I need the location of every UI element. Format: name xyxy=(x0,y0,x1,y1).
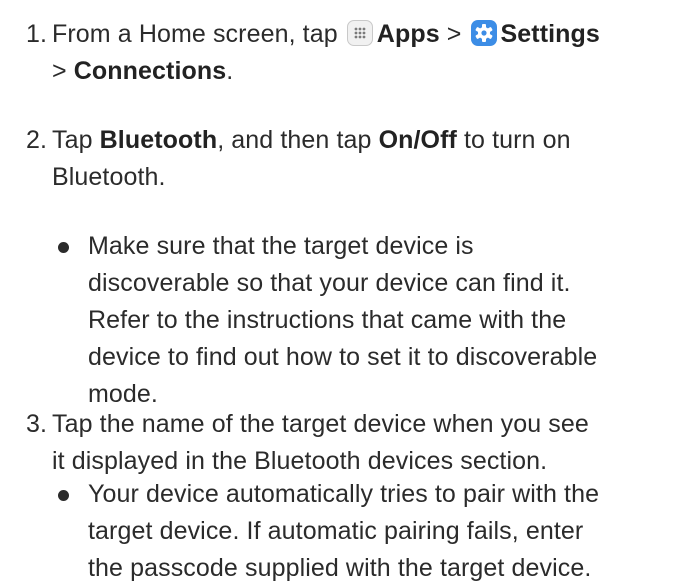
on-off-label: On/Off xyxy=(378,126,457,154)
step-text: , and then tap xyxy=(217,126,372,154)
period: . xyxy=(226,57,234,85)
bullet-line: target device. If automatic pairing fail… xyxy=(88,517,584,545)
bullet-dot xyxy=(58,242,69,253)
apps-label: Apps xyxy=(376,20,440,48)
apps-grid-icon xyxy=(346,20,373,46)
bullet-line: the passcode supplied with the target de… xyxy=(88,554,592,582)
bullet-dot xyxy=(58,490,69,501)
step-1: 1. From a Home screen, tap Apps > Settin… xyxy=(0,16,688,90)
connections-label: Connections xyxy=(73,57,227,85)
step-text: From a Home screen, tap xyxy=(52,20,338,48)
step-number: 1. xyxy=(26,20,48,48)
step-2: 2. Tap Bluetooth, and then tap On/Off to… xyxy=(0,122,688,196)
settings-label: Settings xyxy=(500,20,600,48)
step-3: 3. Tap the name of the target device whe… xyxy=(0,406,688,480)
step-number: 2. xyxy=(26,126,48,154)
step-number: 3. xyxy=(26,410,48,438)
separator: > xyxy=(52,57,67,85)
step-2-bullet: Make sure that the target device is disc… xyxy=(0,228,688,413)
bullet-line: Refer to the instructions that came with… xyxy=(88,306,567,334)
step-1-line-2: > Connections. xyxy=(52,53,688,90)
bullet-line: Make sure that the target device is xyxy=(88,232,474,260)
step-text: Tap xyxy=(52,126,93,154)
step-text: to turn on xyxy=(463,126,571,154)
step-3-bullet: Your device automatically tries to pair … xyxy=(0,476,688,587)
step-2-line-1: Tap Bluetooth, and then tap On/Off to tu… xyxy=(52,122,688,159)
bullet-line: Your device automatically tries to pair … xyxy=(88,480,600,508)
bluetooth-label: Bluetooth xyxy=(99,126,218,154)
step-1-line-1: From a Home screen, tap Apps > Settings xyxy=(52,16,688,53)
bullet-line: device to find out how to set it to disc… xyxy=(88,343,598,371)
step-3-line: it displayed in the Bluetooth devices se… xyxy=(52,447,548,475)
settings-gear-icon xyxy=(470,20,497,46)
step-2-line-2: Bluetooth. xyxy=(52,163,166,191)
separator: > xyxy=(446,20,462,48)
step-3-line: Tap the name of the target device when y… xyxy=(52,410,589,438)
bullet-line: discoverable so that your device can fin… xyxy=(88,269,571,297)
